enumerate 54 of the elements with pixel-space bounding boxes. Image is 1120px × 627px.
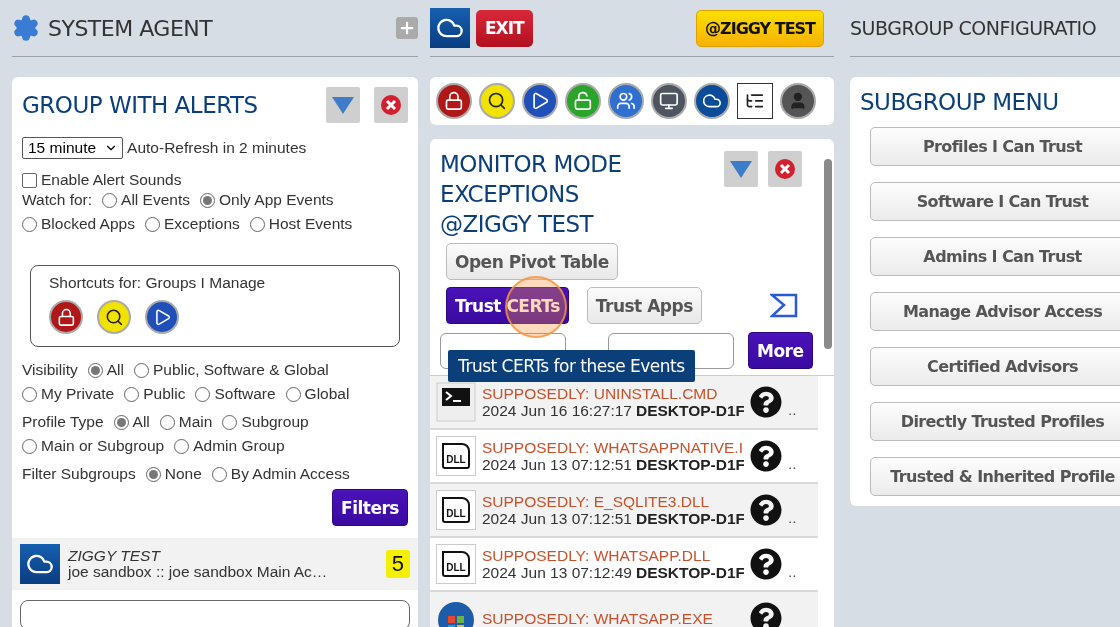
event-title: SUPPOSEDLY: E_SQLITE3.DLL	[482, 493, 711, 510]
event-host: DESKTOP-D1F	[635, 456, 744, 473]
radio-label: Main	[178, 413, 213, 431]
panel-title: GROUP WITH ALERTS	[22, 91, 258, 120]
event-title: SUPPOSEDLY: UNINSTALL.CMD	[482, 385, 719, 402]
radio-group-label: Filter Subgroups	[22, 465, 136, 483]
group-detail: joe sandbox :: joe sandbox Main Ac…	[68, 564, 328, 580]
radio-group-label: Watch for:	[22, 191, 93, 209]
file-type-label: DLL	[442, 497, 470, 523]
radio-label: My Private	[41, 385, 115, 403]
radio-label: Public	[143, 385, 186, 403]
radio-label: Only App Events	[219, 191, 334, 209]
event-time: 2024 Jun 16 16:27:17	[482, 402, 632, 419]
alert-count: 5	[385, 550, 410, 578]
radio-label: All Events	[121, 191, 190, 209]
radio-label: None	[164, 465, 202, 483]
section-title: SYSTEM AGENT	[48, 15, 213, 41]
radio-label: All	[132, 413, 150, 431]
radio-group-label: Profile Type	[22, 413, 104, 431]
event-title: SUPPOSEDLY: WHATSAPPNATIVE.I	[482, 439, 744, 456]
radio-group-label: Visibility	[22, 361, 78, 379]
panel-title: SUBGROUP MENU	[860, 88, 1060, 117]
more-indicator: ..	[788, 563, 797, 581]
event-host: DESKTOP-D1F	[635, 402, 744, 419]
radio-label: By Admin Access	[230, 465, 350, 483]
refresh-note: Auto-Refresh in 2 minutes	[127, 139, 307, 157]
event-host: DESKTOP-D1F	[635, 510, 744, 527]
event-time: 2024 Jun 13 07:12:51	[482, 510, 632, 527]
radio-label: Main or Subgroup	[41, 437, 165, 455]
event-title: SUPPOSEDLY: WHATSAPP.DLL	[482, 547, 712, 564]
radio-label: Admin Group	[193, 437, 285, 455]
radio-label: All	[106, 361, 124, 379]
event-host: DESKTOP-D1F	[635, 564, 744, 581]
file-type-label: DLL	[442, 443, 470, 469]
shortcuts-title: Shortcuts for: Groups I Manage	[49, 274, 267, 292]
more-indicator: ..	[788, 509, 797, 527]
section-title: SUBGROUP CONFIGURATIO	[850, 17, 1097, 39]
radio-label: Software	[214, 385, 276, 403]
event-time: 2024 Jun 13 07:12:51	[482, 456, 632, 473]
radio-label: Public, Software & Global	[152, 361, 329, 379]
radio-label: Blocked Apps	[41, 215, 135, 233]
group-name: ZIGGY TEST	[68, 548, 162, 564]
tooltip: Trust CERTs for these Events	[448, 350, 695, 382]
radio-label: Host Events	[268, 215, 353, 233]
event-time: 2024 Jun 13 07:12:49	[482, 564, 632, 581]
more-indicator: ..	[788, 401, 797, 419]
checkbox-label: Enable Alert Sounds	[41, 171, 182, 189]
panel-title: MONITOR MODE EXCEPTIONS @ZIGGY TEST	[440, 150, 623, 239]
radio-label: Subgroup	[241, 413, 309, 431]
more-indicator: ..	[788, 455, 797, 473]
radio-label: Global	[304, 385, 350, 403]
file-type-label: DLL	[442, 551, 470, 577]
event-title: SUPPOSEDLY: WHATSAPP.EXE	[482, 609, 714, 627]
radio-label: Exceptions	[163, 215, 240, 233]
